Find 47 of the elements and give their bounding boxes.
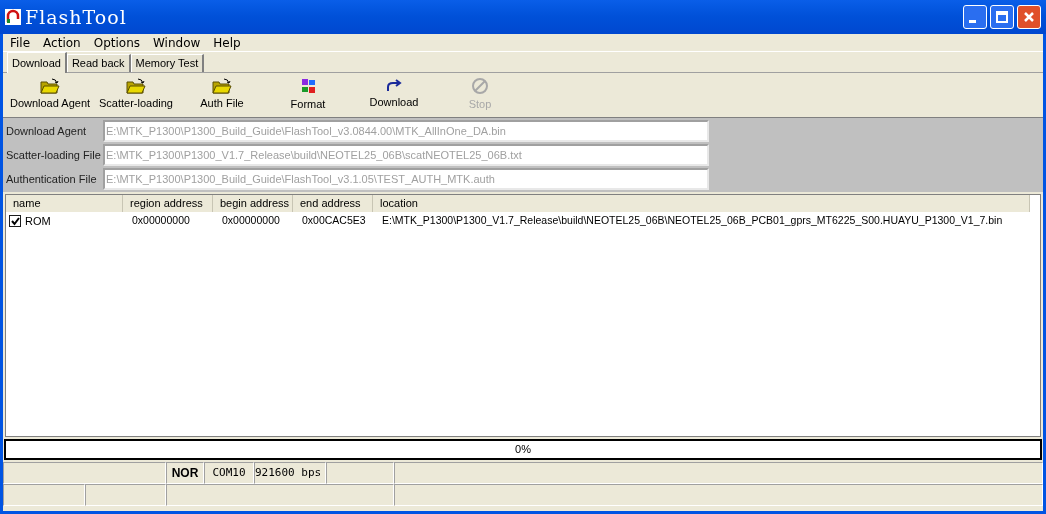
toolbar-button[interactable]: Scatter-loading xyxy=(93,78,179,112)
menu-item[interactable]: Options xyxy=(93,33,140,52)
folder-icon xyxy=(126,78,146,95)
tab[interactable]: Download xyxy=(7,52,67,73)
column-header[interactable]: region address xyxy=(123,195,213,212)
app-icon xyxy=(5,9,21,25)
menu-item[interactable]: Window xyxy=(153,33,201,52)
checkbox[interactable] xyxy=(9,215,21,227)
maximize-icon xyxy=(996,11,1008,23)
tab[interactable]: Memory Test xyxy=(130,54,205,72)
format-icon xyxy=(299,77,317,96)
redo-arrow-icon xyxy=(385,79,403,94)
column-header[interactable]: location xyxy=(373,195,1030,212)
maximize-button[interactable] xyxy=(990,5,1014,29)
window-title: FlashTool xyxy=(25,4,127,30)
table-cell-text: 0x00000000 xyxy=(221,213,281,229)
field-label: Authentication File xyxy=(5,171,98,187)
folder-icon xyxy=(212,78,232,95)
baud-rate: 921600 bps xyxy=(254,462,326,484)
toolbar-button[interactable]: Auth File xyxy=(179,78,265,112)
minimize-icon xyxy=(968,19,976,23)
column-header[interactable]: name xyxy=(6,195,123,212)
minimize-button[interactable] xyxy=(963,5,987,29)
stop-icon xyxy=(471,77,489,96)
progress-label: 0% xyxy=(514,442,532,458)
table-cell-text: 0x00000000 xyxy=(131,213,191,229)
close-button[interactable] xyxy=(1017,5,1041,29)
check-icon xyxy=(10,216,20,226)
toolbar-button[interactable]: Download xyxy=(351,79,437,111)
toolbar-button[interactable]: Download Agent xyxy=(7,78,93,112)
table-cell-text: E:\MTK_P1300\P1300_V1.7_Release\build\NEOTEL25_06B\NEOTEL25_06B_PCB01_gprs_MT6225_S00.HUAYU_P1300_V1_7.bin xyxy=(381,213,1004,229)
tab[interactable]: Read back xyxy=(66,54,131,72)
menu-item[interactable]: Action xyxy=(43,33,81,52)
folder-icon xyxy=(40,78,60,95)
menu-item[interactable]: Help xyxy=(213,33,241,52)
column-header[interactable]: begin address xyxy=(213,195,293,212)
toolbar-button[interactable]: Format xyxy=(265,77,351,113)
column-header[interactable]: end address xyxy=(293,195,373,212)
table-cell-text: ROM xyxy=(25,213,51,229)
menu-item[interactable]: File xyxy=(10,33,31,52)
close-icon xyxy=(1023,11,1035,23)
field-label: Download Agent xyxy=(5,123,88,139)
memory-type: NOR xyxy=(166,462,204,484)
table-row[interactable]: ROM 0x00000000 0x00000000 0x00CAC5E3 E:\MTK_P1300\P1300_V1.7_Release\build\NEOTEL25_06B\NEOTEL25_06B_PCB01_gprs_MT6225_S00.HUAYU_P1300_V1_7.bin xyxy=(6,212,1040,230)
field-label: Scatter-loading File xyxy=(5,147,102,163)
com-port: COM10 xyxy=(204,462,254,484)
table-cell-text: 0x00CAC5E3 xyxy=(301,213,367,229)
